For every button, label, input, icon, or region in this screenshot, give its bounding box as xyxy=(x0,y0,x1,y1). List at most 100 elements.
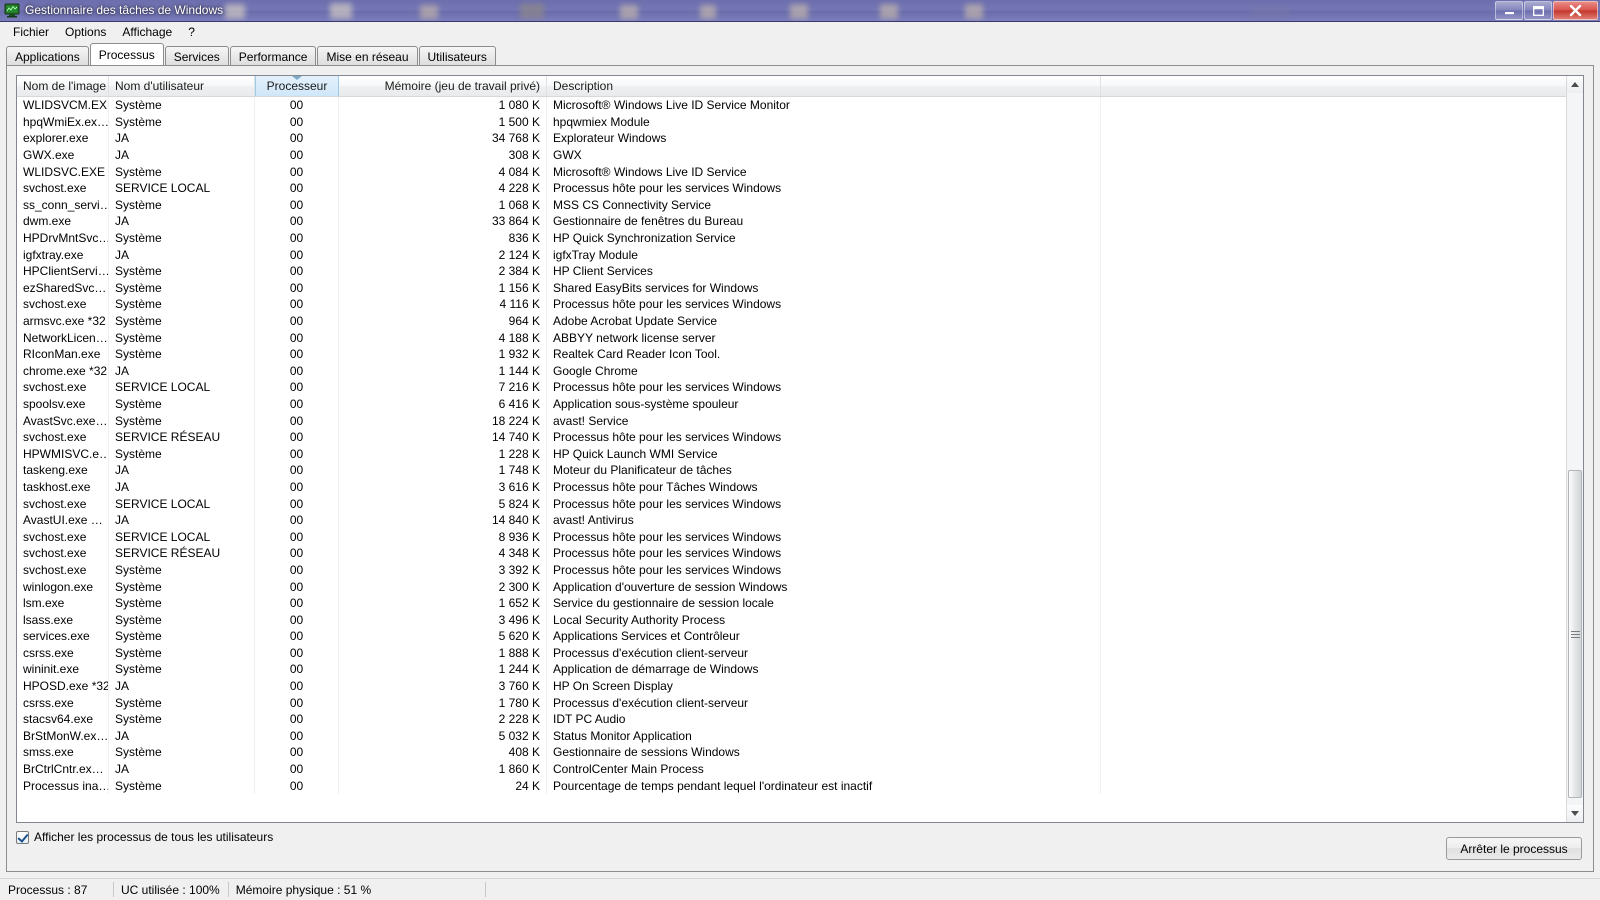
table-row[interactable]: svchost.exe SERVICE LOCAL 00 7 216 K Process… xyxy=(17,379,1566,396)
table-row[interactable]: stacsv64.exe Système 00 2 228 K IDT PC Audio xyxy=(17,710,1566,728)
cell-filler xyxy=(1101,197,1566,214)
table-row[interactable]: BrStMonW.ex… JA 00 5 032 K Status Monitor Ap… xyxy=(17,727,1566,745)
table-row[interactable]: AvastSvc.exe… Système 00 18 224 Kavast! Ser… xyxy=(17,412,1566,429)
cell-cpu: 00 xyxy=(255,628,339,645)
cell-cpu: 00 xyxy=(255,262,339,280)
cell-desc: Application sous-système spouleur xyxy=(547,395,1101,413)
close-button[interactable] xyxy=(1553,1,1598,20)
cell-cpu: 00 xyxy=(255,744,339,761)
table-row[interactable]: svchost.exe SERVICE RÉSEAU 00 4 348 K Proces… xyxy=(17,545,1566,562)
menu-item-options[interactable]: Options xyxy=(57,23,114,41)
table-row[interactable]: services.exe Système 00 5 620 K Applications… xyxy=(17,628,1566,645)
table-row[interactable]: lsm.exe Système 00 1 652 K Service du gestio… xyxy=(17,594,1566,612)
cell-user: Système xyxy=(109,644,255,662)
tab-applications[interactable]: Applications xyxy=(6,46,89,65)
table-row[interactable]: armsvc.exe *32 Système 00 964 K Adobe Acroba… xyxy=(17,312,1566,330)
table-row[interactable]: HPClientServi… Système 00 2 384 K HP Client … xyxy=(17,262,1566,280)
menu-item-help[interactable]: ? xyxy=(180,23,203,41)
end-process-button[interactable]: Arrêter le processus xyxy=(1446,837,1582,860)
table-row[interactable]: svchost.exe SERVICE RÉSEAU 00 14 740 K Proce… xyxy=(17,428,1566,446)
task-manager-window: Gestionnaire des tâches de Windows Fichi… xyxy=(0,0,1600,900)
cell-mem: 4 188 K xyxy=(339,329,547,346)
column-header-image-name-label: Nom de l'image xyxy=(23,79,106,93)
table-row[interactable]: NetworkLicen… Système 00 4 188 K ABBYY netwo… xyxy=(17,329,1566,346)
table-row[interactable]: winlogon.exe Système 00 2 300 K Application … xyxy=(17,578,1566,595)
cell-user: Système xyxy=(109,345,255,363)
cell-desc: Google Chrome xyxy=(547,362,1101,380)
cell-mem: 408 K xyxy=(339,744,547,761)
cell-name: svchost.exe xyxy=(17,379,109,396)
status-physical-memory: Mémoire physique : 51 % xyxy=(227,879,485,900)
scroll-up-button[interactable] xyxy=(1567,76,1583,93)
table-row[interactable]: taskhost.exe JA 00 3 616 K Processus hôte po… xyxy=(17,478,1566,496)
menu-item-fichier[interactable]: Fichier xyxy=(5,23,57,41)
table-row[interactable]: svchost.exe Système 00 4 116 K Processus hôt… xyxy=(17,296,1566,313)
column-header-image-name[interactable]: Nom de l'image xyxy=(17,76,109,96)
table-row[interactable]: AvastUI.exe … JA 00 14 840 Kavast! Antiviru… xyxy=(17,511,1566,529)
cell-name: ezSharedSvc… xyxy=(17,279,109,297)
cell-desc: igfxTray Module xyxy=(547,246,1101,263)
table-row[interactable]: spoolsv.exe Système 00 6 416 K Application s… xyxy=(17,395,1566,413)
vertical-scrollbar[interactable] xyxy=(1566,76,1583,822)
tab-mise-en-reseau[interactable]: Mise en réseau xyxy=(317,46,418,65)
show-all-users-checkbox[interactable]: Afficher les processus de tous les utili… xyxy=(16,830,273,844)
cell-user: JA xyxy=(109,462,255,479)
scrollbar-track[interactable] xyxy=(1567,93,1583,805)
table-row[interactable]: smss.exe Système 00 408 K Gestionnaire de se… xyxy=(17,744,1566,761)
table-row[interactable]: Processus ina… Système 00 24 K Pourcentage d… xyxy=(17,777,1566,794)
maximize-button[interactable] xyxy=(1524,1,1552,20)
chevron-down-icon xyxy=(1571,811,1579,816)
table-row[interactable]: HPDrvMntSvc… Système 00 836 K HP Quick Synch… xyxy=(17,229,1566,247)
table-row[interactable]: igfxtray.exe JA 00 2 124 KigfxTray Module xyxy=(17,246,1566,263)
column-header-cpu[interactable]: Processeur xyxy=(255,76,339,96)
table-row[interactable]: GWX.exe JA 00 308 K GWX xyxy=(17,146,1566,164)
cell-mem: 24 K xyxy=(339,777,547,794)
table-row[interactable]: csrss.exe Système 00 1 888 K Processus d'exé… xyxy=(17,644,1566,662)
cell-cpu: 00 xyxy=(255,777,339,794)
column-header-memory[interactable]: Mémoire (jeu de travail privé) xyxy=(339,76,547,96)
cell-name: lsass.exe xyxy=(17,611,109,628)
tab-performance[interactable]: Performance xyxy=(229,46,317,65)
cell-name: igfxtray.exe xyxy=(17,246,109,263)
column-header-user-name[interactable]: Nom d'utilisateur xyxy=(109,76,255,96)
cell-desc: avast! Antivirus xyxy=(547,511,1101,529)
cell-cpu: 00 xyxy=(255,511,339,529)
table-row[interactable]: svchost.exe SERVICE LOCAL 00 4 228 K Process… xyxy=(17,179,1566,197)
tab-processus[interactable]: Processus xyxy=(89,43,164,65)
table-row[interactable]: WLIDSVC.EXE Système 00 4 084 K Microsoft® Wi… xyxy=(17,163,1566,180)
table-row[interactable]: wininit.exe Système 00 1 244 K Application d… xyxy=(17,661,1566,678)
table-row[interactable]: lsass.exe Système 00 3 496 K Local Security … xyxy=(17,611,1566,628)
table-row[interactable]: HPOSD.exe *32 JA 00 3 760 K HP On Screen Dis… xyxy=(17,677,1566,695)
table-row[interactable]: ss_conn_servi… Système 00 1 068 K MSS CS Con… xyxy=(17,196,1566,214)
table-row[interactable]: taskeng.exe JA 00 1 748 K Moteur du Planific… xyxy=(17,462,1566,479)
column-header-description[interactable]: Description xyxy=(547,76,1101,96)
table-row[interactable]: svchost.exe SERVICE LOCAL 00 5 824 K Process… xyxy=(17,495,1566,512)
process-rows[interactable]: WLIDSVCM.EXE Système 00 1 080 K Microsoft® W… xyxy=(17,97,1566,822)
table-row[interactable]: WLIDSVCM.EXE Système 00 1 080 K Microsoft® W… xyxy=(17,97,1566,114)
cell-filler xyxy=(1101,147,1566,164)
scroll-down-button[interactable] xyxy=(1567,805,1583,822)
menu-item-affichage[interactable]: Affichage xyxy=(114,23,180,41)
table-row[interactable]: HPWMISVC.e… Système 00 1 228 K HP Quick Laun… xyxy=(17,445,1566,463)
cell-user: JA xyxy=(109,146,255,164)
table-row[interactable]: svchost.exe Système 00 3 392 K Processus hôt… xyxy=(17,561,1566,579)
minimize-button[interactable] xyxy=(1495,1,1523,20)
cell-name: wininit.exe xyxy=(17,661,109,678)
table-row[interactable]: ezSharedSvc… Système 00 1 156 K Shared EasyB… xyxy=(17,279,1566,297)
table-row[interactable]: RIconMan.exe Système 00 1 932 K Realtek Card… xyxy=(17,345,1566,363)
table-row[interactable]: hpqWmiEx.ex… Système 00 1 500 Khpqwmiex Mod… xyxy=(17,113,1566,131)
cell-name: winlogon.exe xyxy=(17,578,109,595)
table-row[interactable]: svchost.exe SERVICE LOCAL 00 8 936 K Process… xyxy=(17,528,1566,546)
cell-mem: 33 864 K xyxy=(339,213,547,230)
table-row[interactable]: explorer.exe JA 00 34 768 K Explorateur Wind… xyxy=(17,130,1566,147)
cell-cpu: 00 xyxy=(255,196,339,214)
tab-services[interactable]: Services xyxy=(164,46,229,65)
cell-desc: Explorateur Windows xyxy=(547,130,1101,147)
table-row[interactable]: BrCtrlCntr.ex… JA 00 1 860 K ControlCenter M… xyxy=(17,760,1566,778)
checkbox-indicator[interactable] xyxy=(16,830,29,844)
tab-utilisateurs[interactable]: Utilisateurs xyxy=(418,46,496,65)
table-row[interactable]: dwm.exe JA 00 33 864 K Gestionnaire de fenêt… xyxy=(17,213,1566,230)
scrollbar-thumb[interactable] xyxy=(1568,470,1582,798)
table-row[interactable]: csrss.exe Système 00 1 780 K Processus d'exé… xyxy=(17,694,1566,711)
table-row[interactable]: chrome.exe *32 JA 00 1 144 K Google Chrome xyxy=(17,362,1566,380)
